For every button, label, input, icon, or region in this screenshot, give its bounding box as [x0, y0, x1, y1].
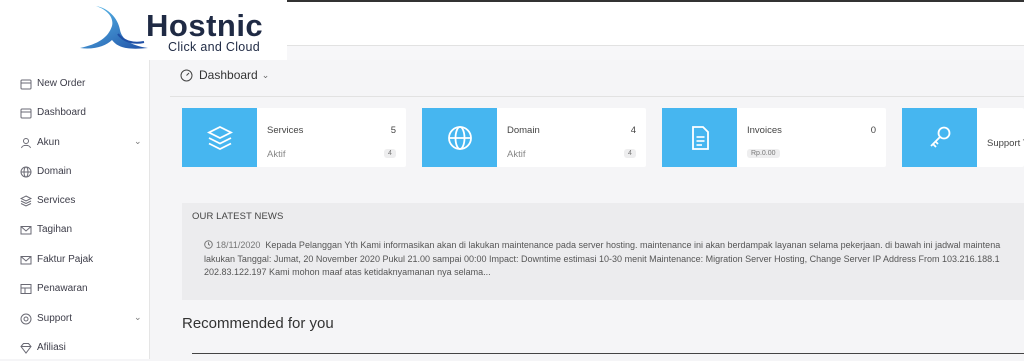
calendar-icon [20, 79, 32, 90]
key-icon [929, 126, 950, 148]
chevron-down-icon: ⌄ [261, 69, 270, 80]
card-support-tickets[interactable]: Support T [902, 108, 1024, 167]
sidebar-item-tagihan[interactable]: Tagihan [0, 217, 150, 243]
card-services[interactable]: Services 5 Aktif 4 [182, 108, 406, 167]
chevron-down-icon[interactable]: ⌄ [134, 312, 142, 323]
card-label: Support T [987, 138, 1024, 149]
calendar-icon [20, 108, 32, 119]
sidebar-item-label: Support [37, 313, 73, 324]
sidebar: New Order Dashboard Akun ⌄ Domain Servic… [0, 60, 150, 359]
sidebar-item-label: Domain [37, 166, 72, 177]
sidebar-item-new-order[interactable]: New Order [0, 71, 150, 97]
news-text-line: Kepada Pelanggan Yth Kami informasikan a… [265, 240, 1001, 250]
card-tile [182, 108, 257, 167]
card-label: Domain [507, 125, 540, 136]
sidebar-item-domain[interactable]: Domain [0, 159, 150, 185]
brand-tagline: Click and Cloud [168, 40, 261, 54]
card-label: Invoices [747, 125, 782, 136]
sidebar-item-services[interactable]: Services [0, 188, 150, 214]
header-bar [287, 2, 1024, 46]
card-sub-label: Aktif [267, 149, 286, 160]
card-domain[interactable]: Domain 4 Aktif 4 [422, 108, 646, 167]
sidebar-item-label: Tagihan [37, 224, 73, 235]
brand-logo[interactable]: Hostnic Click and Cloud [0, 0, 287, 60]
sidebar-item-label: Akun [37, 137, 60, 148]
latest-news-panel: OUR LATEST NEWS 18/11/2020 Kepada Pelang… [182, 203, 1024, 300]
card-tile [422, 108, 497, 167]
card-count: 0 [870, 125, 876, 136]
status-badge: Rp.0.00 [747, 149, 780, 158]
user-icon [21, 138, 31, 149]
dashboard-dropdown[interactable]: Dashboard ⌄ [180, 68, 269, 82]
card-count: 4 [630, 125, 636, 136]
gauge-icon [180, 69, 193, 81]
news-text-line: lakukan Tanggal: Jumat, 20 November 2020… [204, 253, 1000, 264]
sidebar-item-support[interactable]: Support ⌄ [0, 306, 150, 332]
lifebuoy-icon [20, 313, 32, 325]
status-badge: 4 [624, 149, 636, 158]
mail-icon [20, 256, 32, 265]
table-icon [20, 284, 32, 294]
status-badge: 4 [384, 149, 396, 158]
document-icon [691, 125, 709, 150]
mail-icon [20, 226, 32, 235]
page-title: Dashboard [199, 68, 258, 82]
sidebar-item-faktur-pajak[interactable]: Faktur Pajak [0, 247, 150, 273]
sidebar-item-akun[interactable]: Akun ⌄ [0, 130, 150, 156]
sidebar-item-dashboard[interactable]: Dashboard [0, 100, 150, 126]
globe-icon [20, 166, 32, 178]
card-tile [902, 108, 977, 167]
card-tile [662, 108, 737, 167]
sidebar-item-label: New Order [37, 78, 86, 89]
brand-name: Hostnic [146, 8, 264, 43]
divider [170, 96, 1024, 97]
layers-icon [206, 125, 233, 150]
news-item[interactable]: 18/11/2020 Kepada Pelanggan Yth Kami inf… [204, 239, 1024, 280]
sidebar-item-label: Dashboard [37, 107, 86, 118]
recommended-heading: Recommended for you [182, 315, 334, 332]
main-content: Dashboard ⌄ Services 5 Aktif 4 Domain 4 … [150, 60, 1024, 359]
sidebar-item-afiliasi[interactable]: Afiliasi [0, 335, 150, 361]
chevron-down-icon[interactable]: ⌄ [134, 136, 142, 147]
divider [192, 353, 1024, 354]
globe-icon [447, 125, 472, 150]
sidebar-item-label: Afiliasi [37, 342, 66, 353]
news-text-line: 202.83.122.197 Kami mohon maaf atas keti… [204, 267, 491, 277]
sidebar-item-label: Services [37, 195, 76, 206]
sidebar-item-label: Faktur Pajak [37, 254, 94, 265]
sidebar-item-penawaran[interactable]: Penawaran [0, 276, 150, 302]
layers-icon [20, 195, 32, 207]
news-date: 18/11/2020 [216, 240, 261, 250]
sidebar-item-label: Penawaran [37, 283, 88, 294]
diamond-icon [20, 343, 32, 354]
clock-icon [204, 240, 213, 249]
wave-logo-icon [80, 6, 148, 49]
news-heading: OUR LATEST NEWS [192, 211, 284, 222]
card-invoices[interactable]: Invoices 0 Rp.0.00 [662, 108, 886, 167]
card-label: Services [267, 125, 304, 136]
card-count: 5 [390, 125, 396, 136]
card-sub-label: Aktif [507, 149, 526, 160]
